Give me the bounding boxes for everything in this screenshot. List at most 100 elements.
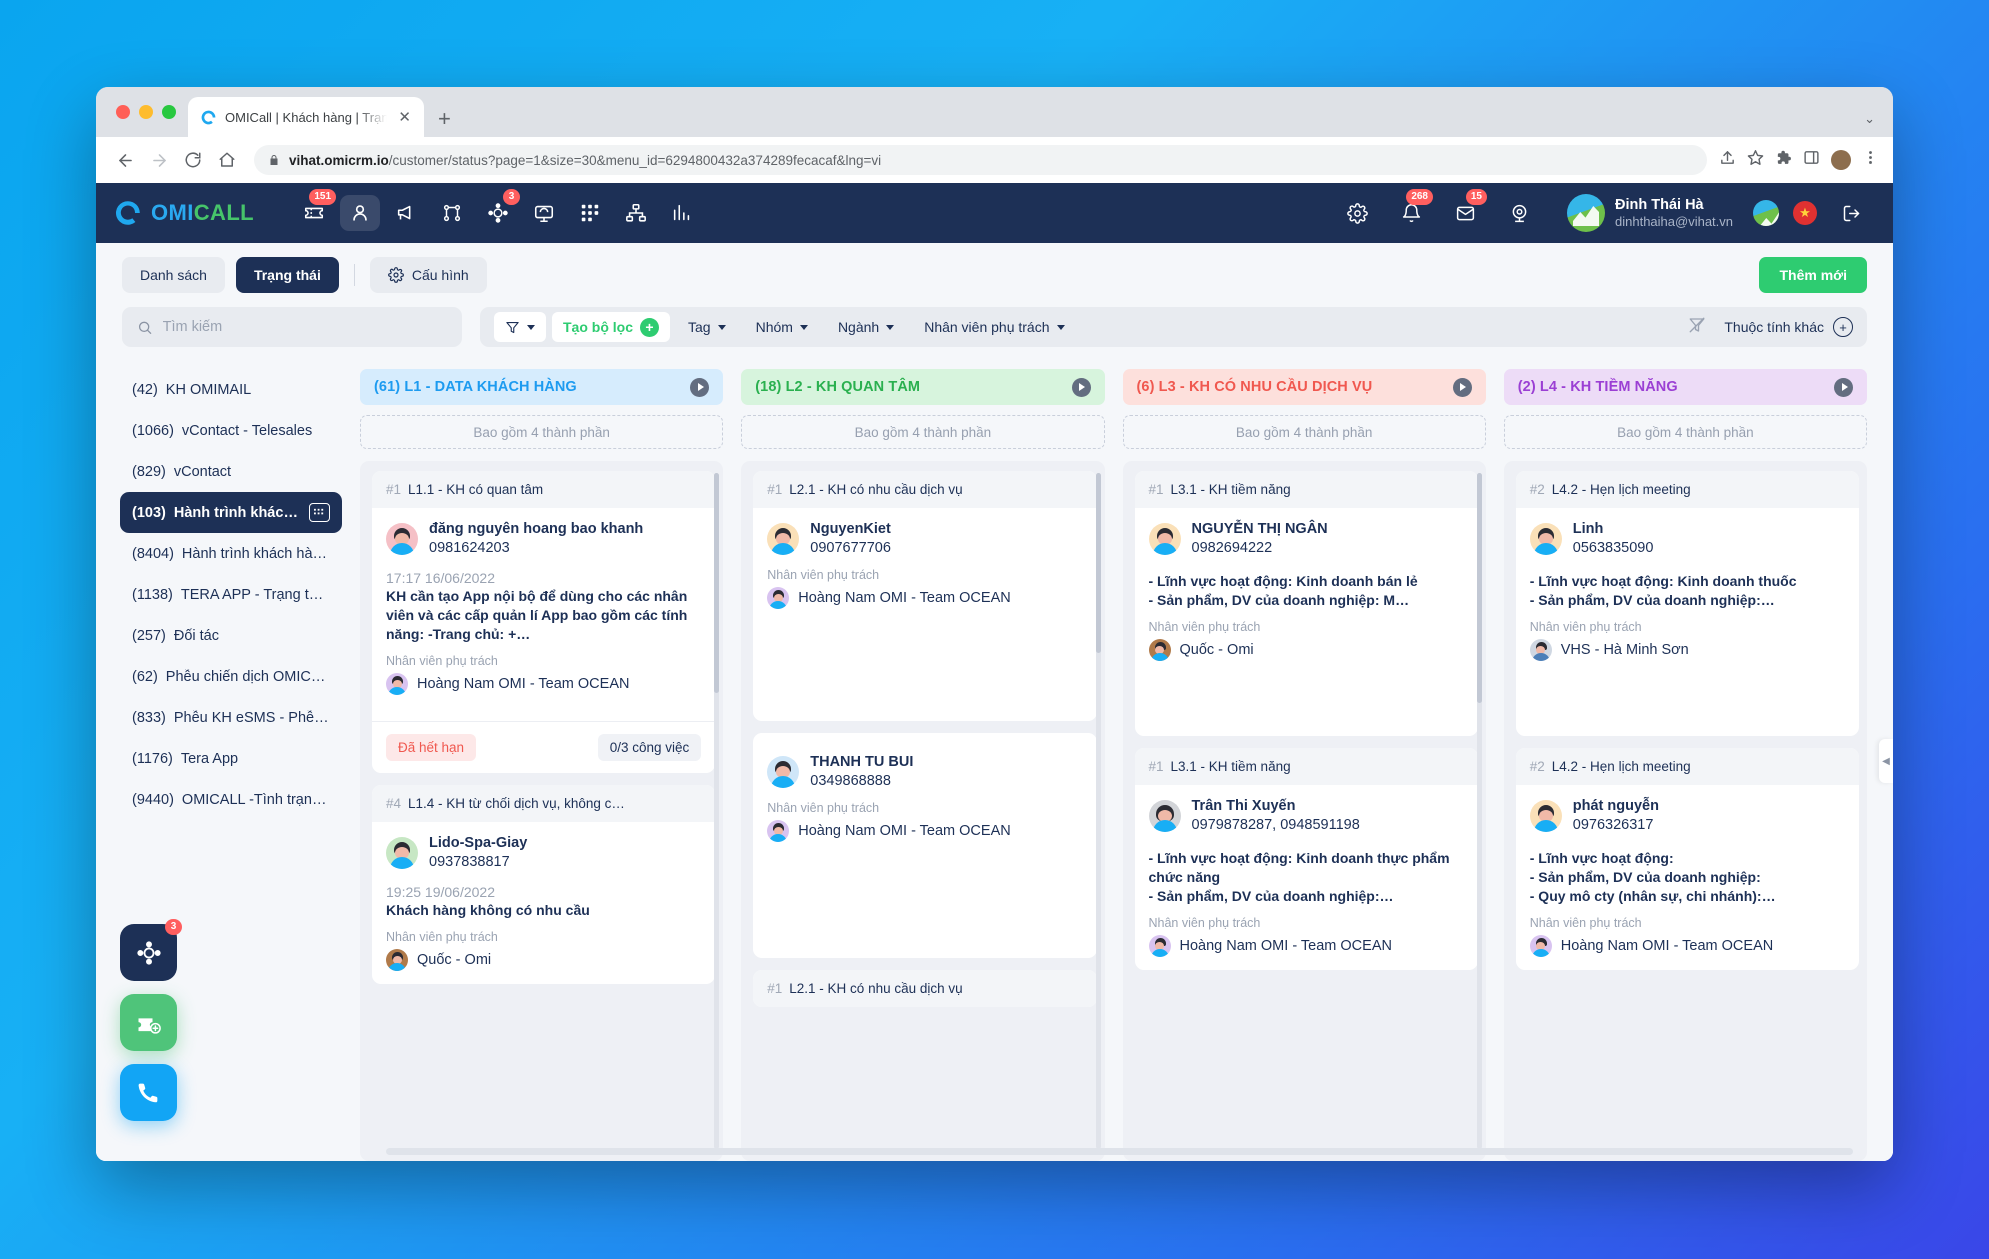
window-traffic-lights — [110, 87, 188, 137]
close-window-button[interactable] — [116, 105, 130, 119]
filter-funnel-button[interactable] — [494, 312, 546, 342]
bell-icon[interactable]: 268 — [1391, 189, 1433, 231]
sidebar-item[interactable]: (1138) TERA APP - Trạng thái k… — [120, 574, 342, 615]
sidebar-item[interactable]: (257) Đối tác — [120, 615, 342, 656]
share-icon[interactable] — [1719, 149, 1736, 171]
assignee-label: Nhân viên phụ trách — [1529, 620, 1642, 635]
card-number: #2 — [1529, 482, 1545, 497]
mail-icon[interactable]: 15 — [1445, 189, 1487, 231]
avatar — [1148, 935, 1171, 958]
sidebar-item[interactable]: (1066) vContact - Telesales — [120, 410, 342, 451]
kanban-card[interactable]: #1 L1.1 - KH có quan tâm đăng nguyên hoan… — [372, 471, 716, 774]
url-host: vihat.omicrm.io — [289, 152, 389, 168]
bookmark-star-icon[interactable] — [1747, 149, 1764, 171]
tab-trang-thai[interactable]: Trạng thái — [235, 257, 339, 293]
kanban-card[interactable]: #2 L4.2 - Hẹn lịch meeting phát nguyễn 09… — [1515, 748, 1859, 971]
sidebar-item[interactable]: (9440) OMICALL -Tình trạng KH… — [120, 779, 342, 820]
kanban-card[interactable]: #4 L1.4 - KH từ chối dịch vụ, không c… Li… — [372, 785, 716, 985]
automation-icon[interactable]: 3 — [478, 189, 521, 231]
tag-dropdown[interactable]: Tag — [676, 319, 738, 335]
sidebar-item[interactable]: (829) vContact — [120, 451, 342, 492]
browser-profile-avatar[interactable] — [1831, 150, 1851, 170]
play-icon[interactable] — [1834, 377, 1853, 397]
chrome-menu-icon[interactable] — [1862, 149, 1879, 171]
industry-dropdown[interactable]: Ngành — [826, 319, 906, 335]
sidebar-item[interactable]: (1176) Tera App — [120, 738, 342, 779]
kanban-card[interactable]: #1 L2.1 - KH có nhu cầu dịch vụ — [753, 970, 1097, 1007]
logout-icon[interactable] — [1831, 195, 1871, 231]
language-flag-icon[interactable]: ★ — [1793, 201, 1817, 225]
webcam-icon[interactable] — [1499, 195, 1539, 231]
user-profile[interactable]: Đinh Thái Hà dinhthaiha@vihat.vn — [1567, 194, 1733, 232]
sidebar-item-label: vContact — [173, 463, 232, 480]
browser-tab[interactable]: OMICall | Khách hàng | Trạng th ✕ — [188, 97, 424, 137]
workflow-icon[interactable] — [432, 195, 472, 231]
maximize-window-button[interactable] — [162, 105, 176, 119]
extensions-puzzle-icon[interactable] — [1775, 149, 1792, 171]
ticket-icon[interactable]: 151 — [294, 189, 337, 231]
workflow-fab[interactable]: 3 — [120, 919, 182, 981]
card-assignee: Hoàng Nam OMI - Team OCEAN — [386, 673, 701, 696]
other-attributes-button[interactable]: Thuộc tính khác + — [1724, 317, 1853, 337]
sidebar-item[interactable]: (42) KH OMIMAIL — [120, 369, 342, 410]
kanban-column-header[interactable]: (18) L2 - KH QUAN TÂM — [741, 369, 1105, 405]
clear-filter-icon[interactable] — [1688, 316, 1706, 339]
add-new-button[interactable]: Thêm mới — [1759, 257, 1867, 293]
kanban-card[interactable]: #1 L3.1 - KH tiềm năng NGUYỄN THỊ NGÂN 09… — [1134, 471, 1478, 736]
tab-options-chevron-icon[interactable]: ⌄ — [1864, 111, 1893, 137]
minimize-window-button[interactable] — [139, 105, 153, 119]
kanban-column-header[interactable]: (61) L1 - DATA KHÁCH HÀNG — [360, 369, 724, 405]
sidebar-item-count: (103) — [132, 504, 166, 521]
call-fab[interactable] — [120, 1064, 177, 1121]
tenant-logo-icon[interactable] — [1753, 200, 1779, 226]
play-icon[interactable] — [1071, 377, 1091, 397]
search-box[interactable] — [122, 307, 462, 347]
add-ticket-fab[interactable] — [120, 994, 177, 1051]
group-dropdown[interactable]: Nhóm — [744, 319, 820, 335]
omicall-logo[interactable]: OMICALL — [114, 199, 254, 227]
new-tab-button[interactable]: + — [438, 108, 451, 130]
campaign-icon[interactable] — [386, 195, 426, 231]
board-horizontal-scrollbar[interactable] — [386, 1148, 1853, 1155]
report-icon[interactable] — [662, 195, 702, 231]
back-icon[interactable] — [110, 145, 140, 175]
kanban-column-body: #2 L4.2 - Hẹn lịch meeting Linh 056383509… — [1503, 461, 1867, 1161]
close-tab-button[interactable]: ✕ — [395, 108, 414, 127]
collapse-panel-handle[interactable]: ◀ — [1879, 739, 1893, 783]
sidebar-item[interactable]: (8404) Hành trình khách hàng … — [120, 533, 342, 574]
create-filter-button[interactable]: Tạo bộ lọc + — [552, 312, 670, 342]
apps-icon[interactable] — [570, 195, 610, 231]
kanban-column-header[interactable]: (6) L3 - KH CÓ NHU CẦU DỊCH VỤ — [1122, 369, 1486, 405]
grid-icon[interactable] — [309, 503, 330, 522]
assignee-dropdown[interactable]: Nhân viên phụ trách — [912, 319, 1076, 335]
kanban-card[interactable]: #2 L4.2 - Hẹn lịch meeting Linh 056383509… — [1515, 471, 1859, 736]
kanban-card[interactable]: #1 L3.1 - KH tiềm năng Trân Thi Xuyến 097… — [1134, 748, 1478, 971]
card-header: #1 L3.1 - KH tiềm năng — [1134, 471, 1478, 508]
forward-icon[interactable] — [144, 145, 174, 175]
play-icon[interactable] — [690, 377, 710, 397]
sidebar-item[interactable]: (62) Phễu chiến dịch OMICALL -… — [120, 656, 342, 697]
kanban-card[interactable]: THANH TU BUI 0349868888 Nhân viên phụ tr… — [753, 733, 1097, 958]
sidebar-item-label: KH OMIMAIL — [165, 381, 252, 398]
monitor-icon[interactable] — [524, 195, 564, 231]
gear-icon[interactable] — [1337, 195, 1377, 231]
column-scrollbar-thumb[interactable] — [714, 473, 720, 693]
kanban-card[interactable]: #1 L2.1 - KH có nhu cầu dịch vụ NguyenKie… — [753, 471, 1097, 721]
kanban-column-header[interactable]: (2) L4 - KH TIỀM NĂNG — [1503, 369, 1867, 405]
assignee-name: Quốc - Omi — [1179, 642, 1254, 659]
play-icon[interactable] — [1452, 377, 1472, 397]
sidepanel-icon[interactable] — [1803, 149, 1820, 171]
sidebar-item[interactable]: (833) Phễu KH eSMS - Phễu Ac… — [120, 697, 342, 738]
column-scrollbar-thumb[interactable] — [1095, 473, 1101, 653]
tab-cau-hinh[interactable]: Cấu hình — [369, 257, 487, 293]
url-address-bar[interactable]: vihat.omicrm.io/customer/status?page=1&s… — [254, 145, 1707, 175]
chevron-down-icon — [886, 324, 895, 330]
reload-icon[interactable] — [178, 145, 208, 175]
column-scrollbar-thumb[interactable] — [1476, 473, 1482, 703]
home-icon[interactable] — [212, 145, 242, 175]
contact-icon[interactable] — [340, 195, 381, 231]
search-input[interactable] — [162, 319, 447, 335]
hierarchy-icon[interactable] — [616, 195, 656, 231]
tab-danh-sach[interactable]: Danh sách — [122, 257, 225, 293]
sidebar-item-selected[interactable]: (103) Hành trình khách hàng… — [120, 492, 342, 533]
